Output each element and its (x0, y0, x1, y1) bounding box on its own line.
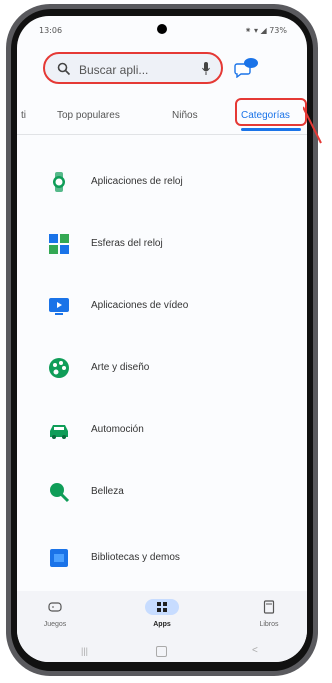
bottom-navigation: Juegos Apps Libros (17, 591, 307, 646)
search-input[interactable]: Buscar apli... (79, 63, 148, 77)
list-item-label: Automoción (91, 424, 144, 435)
tab-para-ti[interactable]: ti (21, 110, 26, 121)
car-icon (50, 425, 68, 439)
nav-label-apps: Apps (153, 621, 171, 628)
status-time: 13:06 (39, 26, 63, 35)
watch-face-icon (49, 234, 69, 254)
status-bar: 13:06 ⁕ ▾ ◢ 73% (17, 16, 307, 42)
library-icon (50, 549, 68, 567)
list-item-label: Arte y diseño (91, 362, 150, 373)
front-camera (157, 24, 167, 34)
games-icon (38, 599, 72, 615)
nav-item-games[interactable]: Juegos (25, 599, 85, 628)
list-item[interactable]: Bibliotecas y demos (17, 540, 307, 580)
messages-icon[interactable] (233, 56, 259, 78)
nav-item-apps[interactable]: Apps (132, 599, 192, 628)
screen: 13:06 ⁕ ▾ ◢ 73% Buscar apli... ti Top po… (17, 16, 307, 662)
list-item-label: Bibliotecas y demos (91, 552, 180, 563)
list-item[interactable]: Esferas del reloj (17, 226, 307, 266)
apps-icon (145, 599, 179, 615)
watch-icon (53, 172, 65, 192)
list-item-label: Aplicaciones de vídeo (91, 300, 189, 311)
system-nav-bar: ||| < (17, 645, 307, 662)
home-icon[interactable] (156, 646, 167, 657)
status-icons: ⁕ ▾ ◢ 73% (244, 26, 287, 35)
nav-label-games: Juegos (43, 621, 67, 628)
mic-icon[interactable] (201, 61, 211, 77)
list-item[interactable]: Aplicaciones de reloj (17, 164, 307, 204)
list-item-label: Aplicaciones de reloj (91, 176, 183, 187)
list-item-label: Belleza (91, 486, 124, 497)
nav-label-books: Libros (259, 621, 279, 628)
search-icon (57, 62, 71, 76)
list-item[interactable]: Belleza (17, 474, 307, 514)
annotation-arrow-icon (303, 106, 322, 144)
list-item-label: Esferas del reloj (91, 238, 163, 249)
tab-ninos[interactable]: Niños (172, 110, 198, 121)
tab-top-populares[interactable]: Top populares (57, 110, 120, 121)
list-item[interactable]: Aplicaciones de vídeo (17, 288, 307, 328)
search-bar[interactable]: Buscar apli... (43, 52, 223, 84)
tabs-divider (17, 134, 307, 135)
active-tab-indicator (241, 128, 301, 131)
beauty-icon (50, 483, 70, 503)
tab-highlight-box (235, 98, 307, 126)
palette-icon (49, 358, 69, 378)
list-item[interactable]: Automoción (17, 412, 307, 452)
back-icon[interactable]: < (252, 645, 258, 656)
books-icon (252, 599, 286, 615)
recents-icon[interactable]: ||| (81, 646, 88, 656)
video-icon (49, 298, 69, 315)
nav-item-books[interactable]: Libros (239, 599, 299, 628)
list-item[interactable]: Arte y diseño (17, 350, 307, 390)
